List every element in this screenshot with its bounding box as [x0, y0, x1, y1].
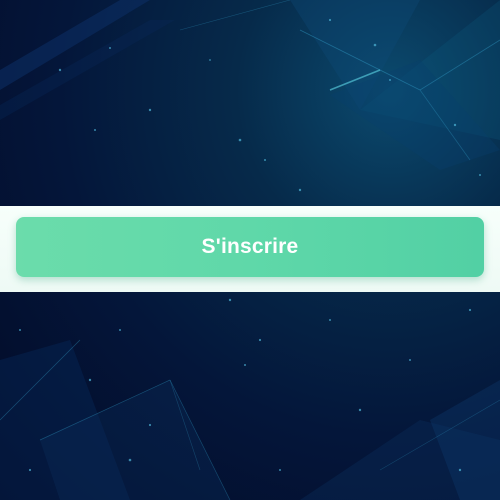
signup-button[interactable]: S'inscrire [16, 217, 484, 277]
signup-screen: S'inscrire [0, 0, 500, 500]
